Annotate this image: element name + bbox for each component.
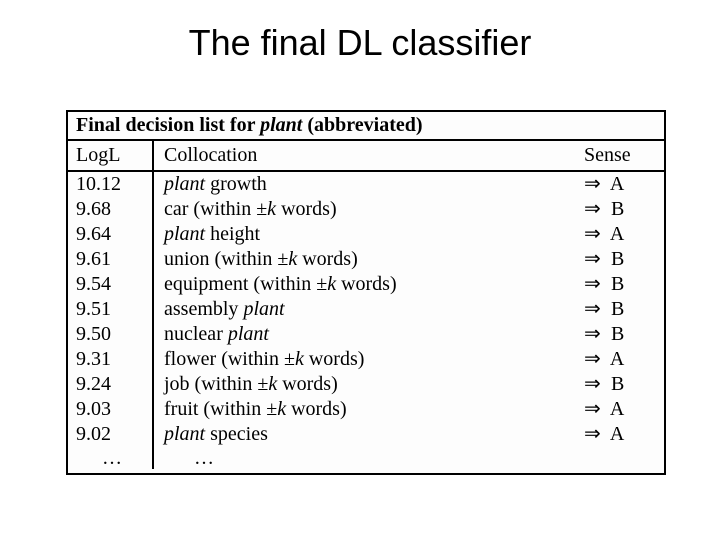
cell-sense: ⇒ B: [584, 197, 656, 222]
table-row: 9.64plant height⇒ A: [68, 222, 664, 247]
cell-collocation: car (within ±k words): [154, 197, 584, 222]
header-logl: LogL: [76, 141, 154, 170]
caption-suffix: (abbreviated): [302, 114, 422, 136]
cell-logl: 9.24: [76, 372, 154, 397]
header-sense: Sense: [584, 143, 656, 168]
table-row: 10.12plant growth⇒ A: [68, 172, 664, 197]
cell-logl: 9.50: [76, 322, 154, 347]
cell-logl: 9.03: [76, 397, 154, 422]
ellipsis-sense: [584, 447, 656, 469]
cell-collocation: nuclear plant: [154, 322, 584, 347]
cell-logl: 10.12: [76, 172, 154, 197]
caption-word: plant: [260, 114, 302, 136]
table-row: 9.24job (within ±k words)⇒ B: [68, 372, 664, 397]
cell-logl: 9.31: [76, 347, 154, 372]
table-body: 10.12plant growth⇒ A9.68car (within ±k w…: [68, 172, 664, 447]
ellipsis-colloc: …: [154, 447, 584, 469]
ellipsis-logl: …: [76, 447, 154, 469]
table-caption: Final decision list for plant (abbreviat…: [68, 112, 664, 141]
cell-sense: ⇒ A: [584, 172, 656, 197]
table-row: 9.54equipment (within ±k words)⇒ B: [68, 272, 664, 297]
cell-sense: ⇒ A: [584, 347, 656, 372]
cell-collocation: plant species: [154, 422, 584, 447]
table-row: 9.03fruit (within ±k words)⇒ A: [68, 397, 664, 422]
cell-logl: 9.68: [76, 197, 154, 222]
header-collocation: Collocation: [154, 143, 584, 168]
cell-collocation: flower (within ±k words): [154, 347, 584, 372]
table-row: 9.50nuclear plant⇒ B: [68, 322, 664, 347]
cell-collocation: plant height: [154, 222, 584, 247]
cell-sense: ⇒ B: [584, 247, 656, 272]
table-row: 9.51assembly plant⇒ B: [68, 297, 664, 322]
cell-sense: ⇒ A: [584, 422, 656, 447]
cell-sense: ⇒ A: [584, 397, 656, 422]
cell-sense: ⇒ B: [584, 322, 656, 347]
cell-collocation: equipment (within ±k words): [154, 272, 584, 297]
cell-logl: 9.02: [76, 422, 154, 447]
cell-logl: 9.61: [76, 247, 154, 272]
cell-sense: ⇒ B: [584, 297, 656, 322]
table-row: 9.31flower (within ±k words)⇒ A: [68, 347, 664, 372]
table-row: 9.61union (within ±k words)⇒ B: [68, 247, 664, 272]
table-header-row: LogL Collocation Sense: [68, 141, 664, 172]
table-row: 9.68car (within ±k words)⇒ B: [68, 197, 664, 222]
cell-collocation: union (within ±k words): [154, 247, 584, 272]
cell-logl: 9.54: [76, 272, 154, 297]
ellipsis-row: … …: [68, 447, 664, 473]
cell-collocation: job (within ±k words): [154, 372, 584, 397]
table-row: 9.02plant species⇒ A: [68, 422, 664, 447]
cell-sense: ⇒ B: [584, 372, 656, 397]
cell-sense: ⇒ A: [584, 222, 656, 247]
cell-collocation: assembly plant: [154, 297, 584, 322]
cell-sense: ⇒ B: [584, 272, 656, 297]
cell-logl: 9.64: [76, 222, 154, 247]
slide: The final DL classifier Final decision l…: [0, 0, 720, 540]
page-title: The final DL classifier: [0, 0, 720, 74]
decision-list-table: Final decision list for plant (abbreviat…: [66, 110, 666, 475]
cell-logl: 9.51: [76, 297, 154, 322]
caption-prefix: Final decision list for: [76, 114, 260, 136]
cell-collocation: fruit (within ±k words): [154, 397, 584, 422]
cell-collocation: plant growth: [154, 172, 584, 197]
